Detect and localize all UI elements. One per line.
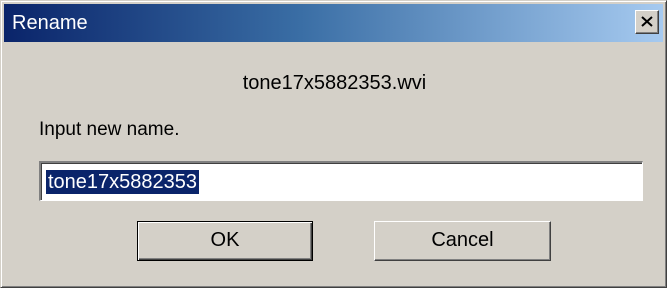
original-filename: tone17x5882353.wvi bbox=[242, 72, 427, 94]
rename-dialog: Rename tone17x5882353.wvi Input new name… bbox=[0, 0, 667, 288]
close-button[interactable] bbox=[635, 10, 659, 34]
window-title: Rename bbox=[12, 12, 88, 34]
new-name-input[interactable]: tone17x5882353 bbox=[39, 161, 643, 201]
input-selected-text: tone17x5882353 bbox=[46, 170, 200, 194]
cancel-button[interactable]: Cancel bbox=[374, 221, 551, 261]
title-bar[interactable]: Rename bbox=[4, 4, 663, 42]
close-icon bbox=[641, 16, 653, 27]
prompt-label: Input new name. bbox=[39, 119, 180, 140]
ok-button[interactable]: OK bbox=[137, 221, 313, 261]
